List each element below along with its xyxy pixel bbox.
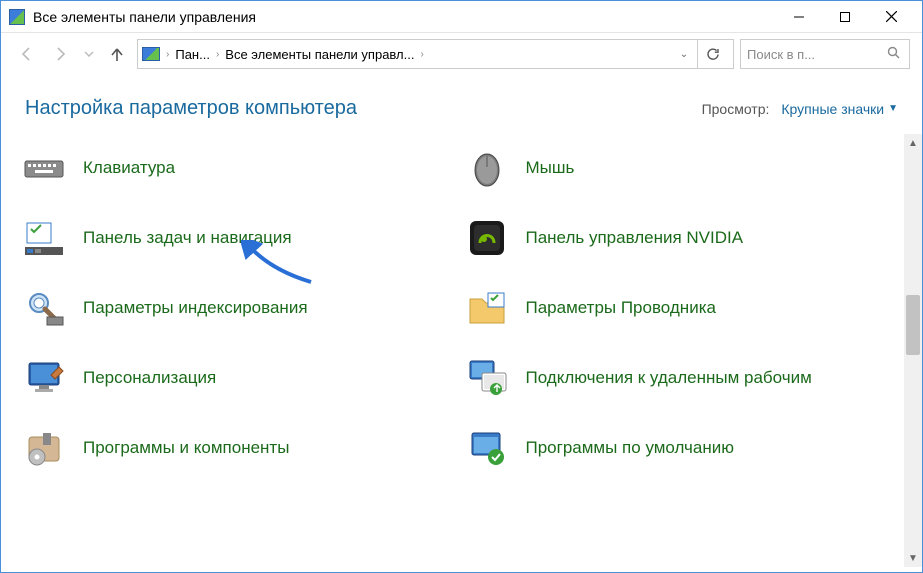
view-by-selector[interactable]: Крупные значки ▼: [781, 101, 898, 117]
recent-dropdown[interactable]: [81, 40, 97, 68]
forward-button[interactable]: [47, 40, 75, 68]
cpl-item-keyboard[interactable]: Клавиатура: [21, 142, 444, 194]
address-history-dropdown[interactable]: ⌄: [675, 49, 693, 60]
item-label: Подключения к удаленным рабочим: [526, 367, 812, 388]
cpl-item-nvidia[interactable]: Панель управления NVIDIA: [464, 212, 887, 264]
remote-icon: [464, 355, 510, 401]
navigation-bar: › Пан... › Все элементы панели управл...…: [1, 33, 922, 75]
cpl-item-indexing[interactable]: Параметры индексирования: [21, 282, 444, 334]
search-box[interactable]: [740, 39, 910, 69]
maximize-button[interactable]: [822, 1, 868, 33]
cpl-item-default-programs[interactable]: Программы по умолчанию: [464, 422, 887, 474]
item-label: Панель задач и навигация: [83, 227, 292, 248]
item-label: Клавиатура: [83, 157, 175, 178]
items-grid: Клавиатура Мышь Панель задач и навигация…: [1, 134, 922, 482]
item-label: Программы по умолчанию: [526, 437, 735, 458]
item-label: Панель управления NVIDIA: [526, 227, 744, 248]
cpl-item-explorer-options[interactable]: Параметры Проводника: [464, 282, 887, 334]
breadcrumb-segment[interactable]: Пан...: [175, 47, 210, 62]
breadcrumb-segment[interactable]: Все элементы панели управл...: [225, 47, 414, 62]
cpl-item-mouse[interactable]: Мышь: [464, 142, 887, 194]
item-label: Параметры индексирования: [83, 297, 308, 318]
explorer-options-icon: [464, 285, 510, 331]
programs-icon: [21, 425, 67, 471]
cpl-item-remote[interactable]: Подключения к удаленным рабочим: [464, 352, 887, 404]
close-button[interactable]: [868, 1, 914, 33]
item-label: Программы и компоненты: [83, 437, 289, 458]
chevron-right-icon[interactable]: ›: [214, 49, 221, 60]
nvidia-icon: [464, 215, 510, 261]
item-label: Параметры Проводника: [526, 297, 716, 318]
item-label: Персонализация: [83, 367, 216, 388]
scroll-down-button[interactable]: ▼: [904, 549, 922, 567]
scroll-track[interactable]: [904, 152, 922, 549]
keyboard-icon: [21, 145, 67, 191]
vertical-scrollbar[interactable]: ▲ ▼: [904, 134, 922, 567]
chevron-right-icon[interactable]: ›: [418, 49, 425, 60]
indexing-icon: [21, 285, 67, 331]
control-panel-icon: [142, 47, 160, 61]
address-bar[interactable]: › Пан... › Все элементы панели управл...…: [137, 39, 734, 69]
search-icon: [887, 46, 901, 63]
back-button[interactable]: [13, 40, 41, 68]
mouse-icon: [464, 145, 510, 191]
taskbar-icon: [21, 215, 67, 261]
scroll-thumb[interactable]: [906, 295, 920, 355]
scroll-up-button[interactable]: ▲: [904, 134, 922, 152]
cpl-item-programs[interactable]: Программы и компоненты: [21, 422, 444, 474]
title-bar: Все элементы панели управления: [1, 1, 922, 33]
up-button[interactable]: [103, 40, 131, 68]
cpl-item-taskbar[interactable]: Панель задач и навигация: [21, 212, 444, 264]
cpl-item-personalization[interactable]: Персонализация: [21, 352, 444, 404]
chevron-down-icon: ▼: [888, 103, 898, 114]
view-by-label: Просмотр:: [702, 101, 770, 117]
content-header: Настройка параметров компьютера Просмотр…: [1, 75, 922, 134]
page-title: Настройка параметров компьютера: [25, 97, 357, 120]
refresh-button[interactable]: [697, 39, 729, 69]
default-programs-icon: [464, 425, 510, 471]
control-panel-icon: [9, 9, 25, 25]
window-title: Все элементы панели управления: [33, 9, 256, 25]
search-input[interactable]: [747, 47, 903, 62]
minimize-button[interactable]: [776, 1, 822, 33]
view-by-value: Крупные значки: [781, 101, 884, 117]
personalization-icon: [21, 355, 67, 401]
item-label: Мышь: [526, 157, 575, 178]
chevron-right-icon[interactable]: ›: [164, 49, 171, 60]
